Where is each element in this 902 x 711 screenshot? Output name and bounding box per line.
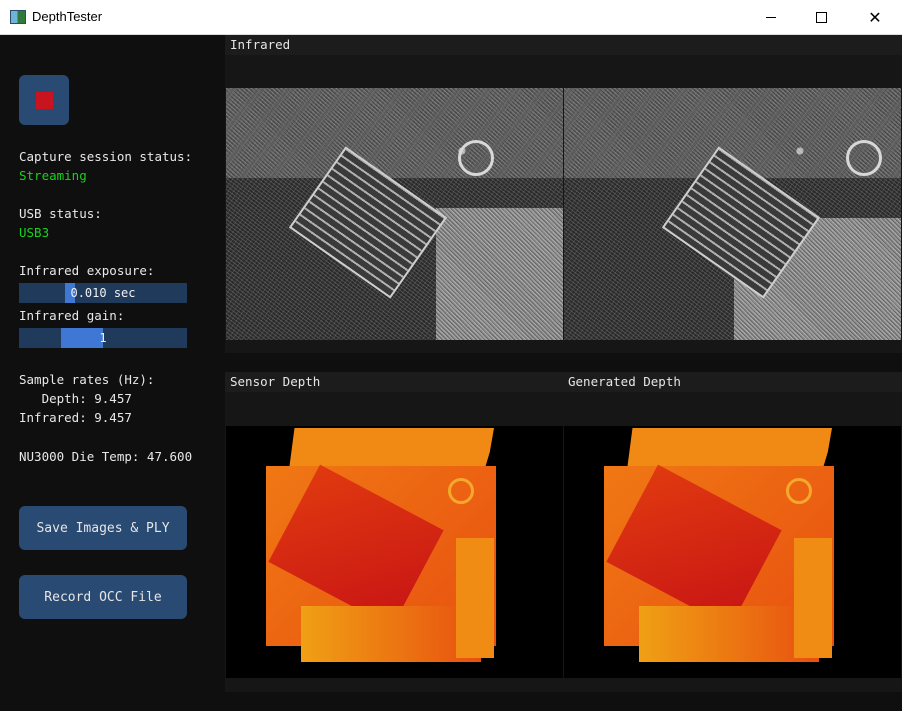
sensor-depth-image: [226, 426, 563, 678]
generated-depth-image: [564, 426, 901, 678]
sensor-depth-header: Sensor Depth: [225, 372, 563, 392]
ir-exposure-slider[interactable]: 0.010 sec: [19, 283, 187, 303]
save-images-ply-button[interactable]: Save Images & PLY: [19, 506, 187, 550]
ir-gain-label: Infrared gain:: [19, 308, 125, 323]
window-title: DepthTester: [32, 9, 103, 24]
depth-region: [639, 606, 819, 662]
infrared-right-image: [564, 88, 901, 340]
depth-region: [456, 538, 494, 658]
generated-depth-header: Generated Depth: [563, 372, 902, 392]
minimize-button[interactable]: [748, 0, 794, 34]
depth-region: [794, 538, 832, 658]
capture-status-value: Streaming: [19, 168, 87, 183]
maximize-button[interactable]: [798, 0, 844, 34]
depth-region: [301, 606, 481, 662]
minimize-icon: [766, 16, 776, 18]
infrared-panel-header: Infrared: [225, 35, 902, 55]
depth-region: [786, 478, 812, 504]
depth-region: [448, 478, 474, 504]
stop-capture-button[interactable]: [19, 75, 69, 125]
sample-rates-label: Sample rates (Hz):: [19, 372, 155, 387]
close-icon: ✕: [868, 7, 882, 27]
infrared-left-image: [226, 88, 563, 340]
ir-texture: [436, 208, 563, 340]
ir-gain-value: 1: [99, 331, 107, 345]
usb-status-label: USB status:: [19, 206, 102, 221]
control-sidebar: Capture session status: Streaming USB st…: [0, 35, 225, 711]
ir-circle-object: [846, 140, 882, 176]
record-occ-file-button[interactable]: Record OCC File: [19, 575, 187, 619]
capture-status-label: Capture session status:: [19, 149, 193, 164]
ir-exposure-value: 0.010 sec: [70, 286, 136, 300]
die-temperature: NU3000 Die Temp: 47.600: [19, 449, 193, 464]
app-icon: [10, 10, 26, 24]
infrared-rate: Infrared: 9.457: [19, 410, 132, 425]
depth-rate: Depth: 9.457: [19, 391, 132, 406]
ir-gain-slider[interactable]: 1: [19, 328, 187, 348]
ir-texture: [226, 88, 563, 178]
stop-icon: [35, 91, 53, 109]
usb-status-value: USB3: [19, 225, 50, 240]
maximize-icon: [815, 11, 827, 23]
close-button[interactable]: ✕: [852, 0, 898, 34]
title-bar: DepthTester ✕: [0, 0, 902, 35]
ir-exposure-label: Infrared exposure:: [19, 263, 155, 278]
ir-circle-object: [458, 140, 494, 176]
